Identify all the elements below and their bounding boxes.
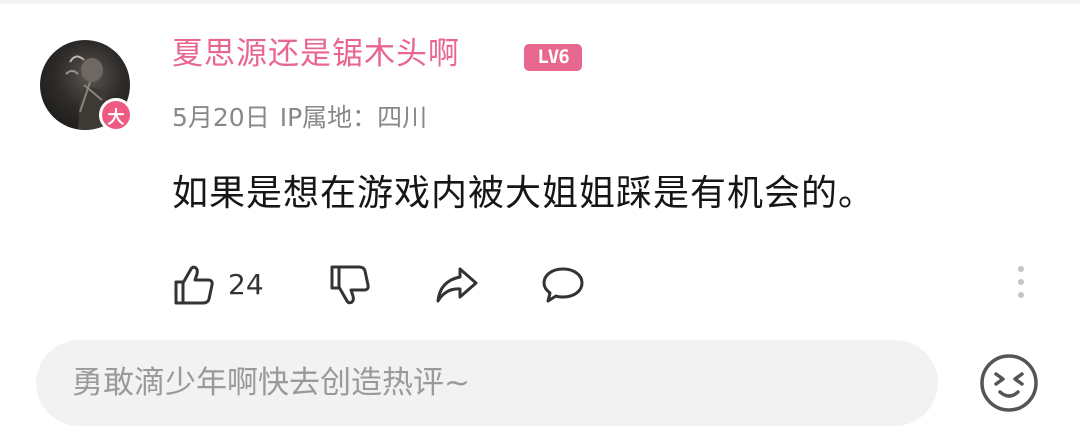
emoji-button[interactable]: [978, 352, 1040, 414]
share-button[interactable]: [434, 262, 480, 308]
more-vertical-icon[interactable]: [1012, 266, 1030, 304]
share-icon: [436, 267, 478, 303]
level-badge: LV6: [524, 44, 582, 71]
avatar[interactable]: 大: [40, 40, 133, 132]
thumbs-up-icon: [174, 265, 214, 305]
ip-location: IP属地：四川: [279, 103, 428, 132]
like-button[interactable]: 24: [172, 262, 264, 308]
dislike-button[interactable]: [328, 262, 372, 308]
username[interactable]: 夏思源还是锯木头啊: [172, 31, 460, 77]
like-count: 24: [228, 268, 264, 301]
avatar-vip-badge: 大: [99, 98, 133, 132]
comment-date: 5月20日: [172, 103, 270, 132]
comment-meta: 5月20日 IP属地：四川: [172, 100, 437, 136]
comment-icon: [542, 267, 584, 303]
reply-placeholder: 勇敢滴少年啊快去创造热评~: [72, 365, 470, 401]
thumbs-down-icon: [330, 265, 370, 305]
reply-button[interactable]: [540, 262, 586, 308]
top-divider: [0, 0, 1080, 4]
emoji-icon: [980, 354, 1038, 412]
comment-text: 如果是想在游戏内被大姐姐踩是有机会的。: [172, 173, 876, 214]
